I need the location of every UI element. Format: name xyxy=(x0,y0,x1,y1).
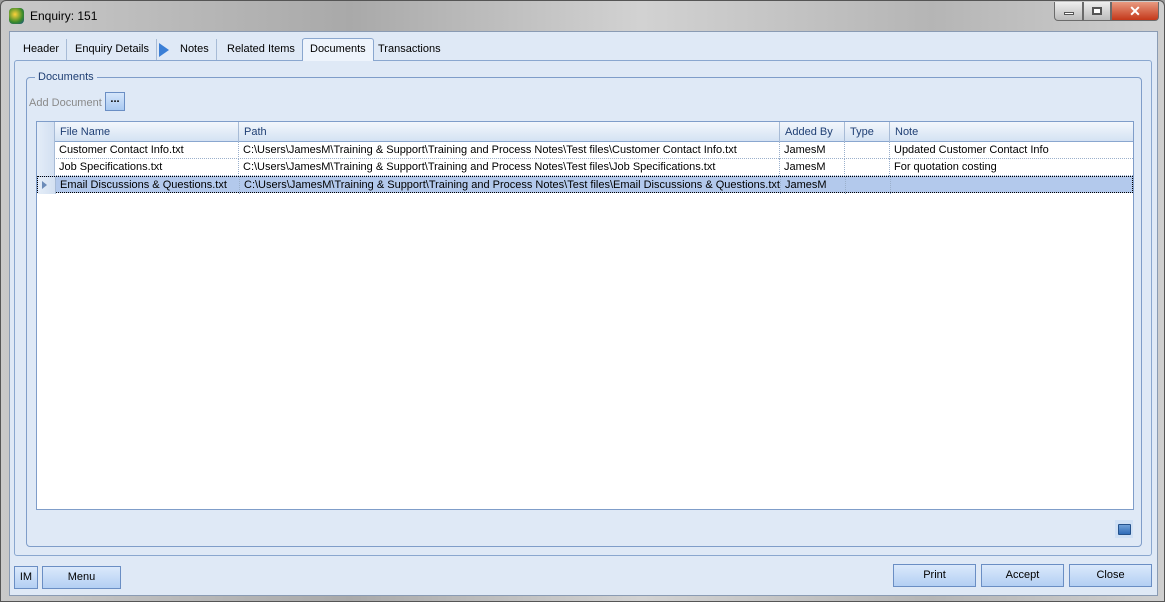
column-path[interactable]: Path xyxy=(239,122,780,142)
play-arrow-icon xyxy=(159,43,169,57)
folder-icon xyxy=(1117,523,1131,535)
cell-type[interactable] xyxy=(846,177,891,194)
tab-header[interactable]: Header xyxy=(16,39,68,60)
im-button[interactable]: IM xyxy=(14,566,38,589)
current-row-arrow-icon xyxy=(42,181,47,189)
window: Enquiry: 151 ✕ Header Enquiry Details No… xyxy=(0,0,1165,602)
cell-type[interactable] xyxy=(845,159,890,176)
accept-button[interactable]: Accept xyxy=(981,564,1064,587)
row-indicator[interactable] xyxy=(37,142,55,159)
cell-note[interactable] xyxy=(891,177,1134,194)
cell-file-name[interactable]: Customer Contact Info.txt xyxy=(55,142,239,159)
cell-file-name[interactable]: Job Specifications.txt xyxy=(55,159,239,176)
column-added-by[interactable]: Added By xyxy=(780,122,845,142)
close-button[interactable]: Close xyxy=(1069,564,1152,587)
window-close-button[interactable]: ✕ xyxy=(1111,2,1159,21)
documents-grid: File Name Path Added By Type Note Custom… xyxy=(36,121,1134,510)
documents-group: Documents Add Document ... File Name Pat… xyxy=(26,71,1142,547)
cell-path[interactable]: C:\Users\JamesM\Training & Support\Train… xyxy=(239,159,780,176)
client-area: Header Enquiry Details Notes Related Ite… xyxy=(9,31,1158,596)
maximize-icon xyxy=(1092,7,1102,15)
maximize-button[interactable] xyxy=(1083,2,1111,21)
table-row[interactable]: Customer Contact Info.txt C:\Users\JamesM… xyxy=(37,142,1133,159)
minimize-icon xyxy=(1063,12,1074,15)
cell-added-by[interactable]: JamesM xyxy=(781,177,846,194)
tab-notes[interactable]: Notes xyxy=(173,39,217,60)
tab-enquiry-details[interactable]: Enquiry Details xyxy=(68,39,157,60)
add-document-label: Add Document xyxy=(29,97,102,109)
cell-added-by[interactable]: JamesM xyxy=(780,159,845,176)
grid-header: File Name Path Added By Type Note xyxy=(37,122,1133,142)
minimize-button[interactable] xyxy=(1054,2,1083,21)
cell-path[interactable]: C:\Users\JamesM\Training & Support\Train… xyxy=(240,177,781,194)
print-button[interactable]: Print xyxy=(893,564,976,587)
row-indicator-header xyxy=(37,122,55,142)
documents-panel: Documents Add Document ... File Name Pat… xyxy=(14,60,1152,556)
row-indicator[interactable] xyxy=(38,177,56,194)
cell-added-by[interactable]: JamesM xyxy=(780,142,845,159)
group-label: Documents xyxy=(35,71,97,83)
table-row[interactable]: Email Discussions & Questions.txt C:\User… xyxy=(37,176,1134,194)
column-note[interactable]: Note xyxy=(890,122,1133,142)
cell-type[interactable] xyxy=(845,142,890,159)
tab-related-items[interactable]: Related Items xyxy=(220,39,303,60)
app-icon xyxy=(9,8,24,24)
close-icon: ✕ xyxy=(1129,2,1141,19)
browse-button[interactable]: ... xyxy=(105,92,125,111)
tab-transactions[interactable]: Transactions xyxy=(371,39,448,60)
open-folder-button[interactable] xyxy=(1115,520,1133,538)
tab-documents[interactable]: Documents xyxy=(302,38,374,61)
table-row[interactable]: Job Specifications.txt C:\Users\JamesM\Tr… xyxy=(37,159,1133,176)
cell-file-name[interactable]: Email Discussions & Questions.txt xyxy=(56,177,240,194)
cell-path[interactable]: C:\Users\JamesM\Training & Support\Train… xyxy=(239,142,780,159)
window-title: Enquiry: 151 xyxy=(30,9,98,23)
cell-note[interactable]: Updated Customer Contact Info xyxy=(890,142,1133,159)
cell-note[interactable]: For quotation costing xyxy=(890,159,1133,176)
menu-button[interactable]: Menu xyxy=(42,566,121,589)
row-indicator[interactable] xyxy=(37,159,55,176)
column-type[interactable]: Type xyxy=(845,122,890,142)
column-file-name[interactable]: File Name xyxy=(55,122,239,142)
